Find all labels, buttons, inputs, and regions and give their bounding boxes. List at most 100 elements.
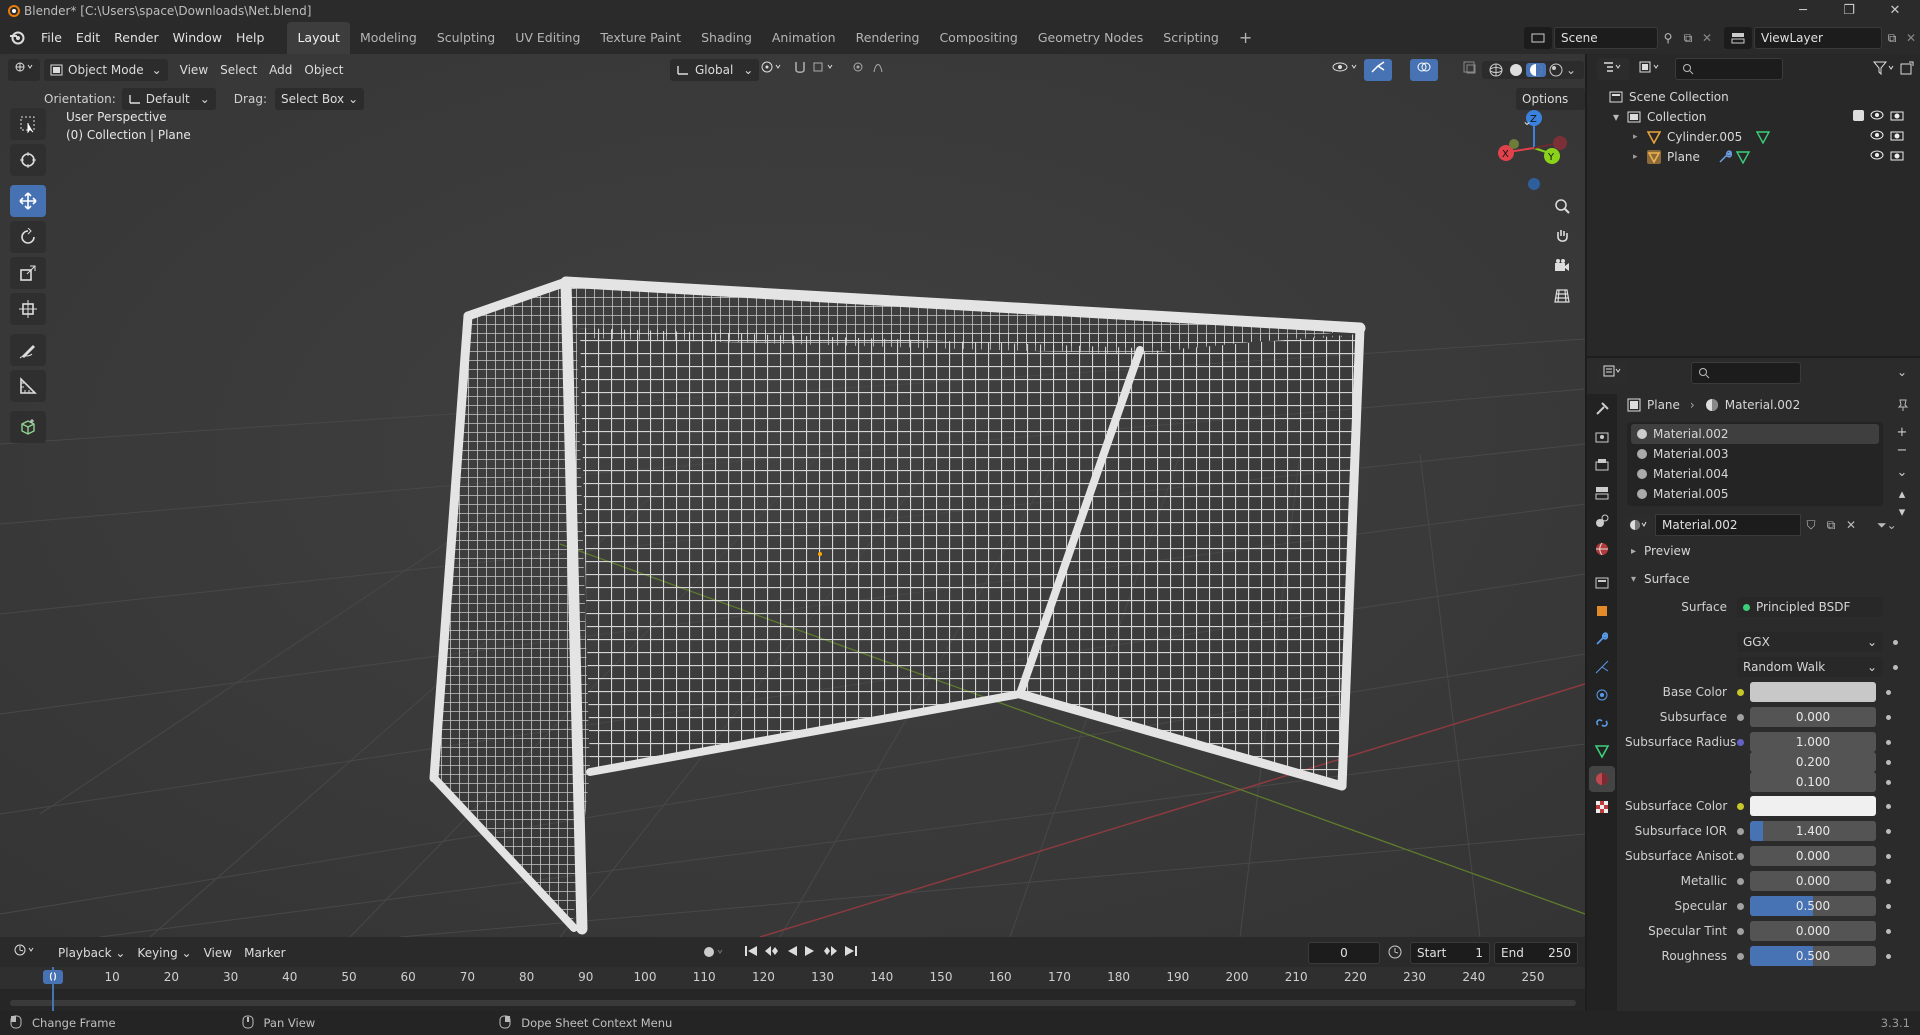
properties-search-input[interactable]	[1691, 362, 1801, 384]
rendered-shading-icon[interactable]	[1546, 63, 1566, 77]
socket-icon[interactable]	[1737, 688, 1744, 696]
material-slot[interactable]: Material.005	[1631, 484, 1879, 504]
menu-playback[interactable]: Playback ⌄	[52, 942, 131, 964]
new-scene-icon[interactable]: ⧉	[1678, 31, 1698, 46]
socket-icon[interactable]	[1737, 902, 1744, 910]
number-field[interactable]: 0.200	[1750, 752, 1876, 772]
animate-property-icon[interactable]	[1886, 828, 1891, 834]
end-frame-field[interactable]: End 250	[1494, 942, 1578, 964]
animate-property-icon[interactable]	[1886, 779, 1891, 785]
auto-keying-icon[interactable]	[702, 945, 728, 962]
display-mode-icon[interactable]	[1633, 58, 1667, 80]
visibility-eye-icon[interactable]	[1870, 107, 1884, 127]
animate-property-icon[interactable]	[1886, 803, 1891, 809]
subsurface-method-dropdown[interactable]: Random Walk ⌄	[1737, 657, 1883, 677]
start-frame-field[interactable]: Start 1	[1410, 942, 1490, 964]
options-dropdown[interactable]: Options ⌄	[1516, 88, 1585, 128]
close-window-button[interactable]: ✕	[1872, 0, 1918, 22]
socket-icon[interactable]	[1737, 877, 1744, 885]
rotate-tool-icon[interactable]	[10, 221, 46, 253]
transform-tool-icon[interactable]	[10, 293, 46, 325]
snap-icon[interactable]	[788, 59, 844, 81]
render-tab-icon[interactable]	[1589, 424, 1615, 450]
select-box-tool-icon[interactable]	[10, 108, 46, 140]
surface-shader-selector[interactable]: Principled BSDF	[1737, 597, 1883, 617]
menu-view[interactable]: View	[174, 59, 214, 81]
socket-icon[interactable]	[1737, 802, 1744, 810]
socket-icon[interactable]	[1737, 713, 1744, 721]
tab-texture-paint[interactable]: Texture Paint	[590, 22, 691, 54]
timeline-track-area[interactable]	[0, 989, 1585, 1011]
menu-keying[interactable]: Keying ⌄	[131, 942, 197, 964]
new-collection-icon[interactable]	[1900, 61, 1914, 78]
color-swatch[interactable]	[1750, 682, 1876, 702]
animate-property-icon[interactable]	[1893, 639, 1898, 645]
outliner-item-plane[interactable]: ▸ Plane	[1633, 147, 1913, 167]
blender-menu-icon[interactable]	[0, 30, 34, 46]
mode-selector[interactable]: Object Mode ⌄	[44, 59, 168, 81]
browse-material-icon[interactable]	[1625, 514, 1653, 536]
render-camera-icon[interactable]	[1890, 147, 1904, 167]
menu-timeline-view[interactable]: View	[198, 942, 238, 964]
number-field[interactable]: 0.000	[1750, 871, 1876, 891]
socket-icon[interactable]	[1737, 927, 1744, 935]
visibility-eye-icon[interactable]	[1870, 127, 1884, 147]
tab-uv-editing[interactable]: UV Editing	[505, 22, 590, 54]
world-tab-icon[interactable]	[1589, 536, 1615, 562]
next-keyframe-icon[interactable]	[822, 944, 838, 961]
outliner-item-cylinder[interactable]: ▸ Cylinder.005	[1633, 127, 1913, 147]
editor-type-icon[interactable]	[8, 59, 40, 81]
socket-icon[interactable]	[1737, 852, 1744, 860]
menu-add[interactable]: Add	[263, 59, 298, 81]
material-slot[interactable]: Material.004	[1631, 464, 1879, 484]
render-camera-icon[interactable]	[1890, 107, 1904, 127]
scene-selector-icon[interactable]	[1524, 27, 1552, 49]
tab-rendering[interactable]: Rendering	[846, 22, 930, 54]
visibility-eye-icon[interactable]	[1870, 147, 1884, 167]
maximize-button[interactable]: ❐	[1826, 0, 1872, 22]
modifier-tab-icon[interactable]	[1589, 626, 1615, 652]
pin-icon[interactable]	[1897, 398, 1909, 415]
use-preview-range-icon[interactable]	[1388, 945, 1404, 962]
frame-ruler[interactable]: 0102030405060708090100110120130140150160…	[0, 967, 1585, 989]
camera-view-icon[interactable]	[1548, 252, 1576, 280]
number-field[interactable]: 1.000	[1750, 732, 1876, 752]
animate-property-icon[interactable]	[1886, 759, 1891, 765]
exclude-checkbox[interactable]	[1853, 110, 1864, 121]
material-tab-icon[interactable]	[1589, 766, 1615, 792]
collection-tab-icon[interactable]	[1589, 570, 1615, 596]
animate-property-icon[interactable]	[1886, 739, 1891, 745]
prev-keyframe-icon[interactable]	[764, 944, 780, 961]
gizmo-toggle-icon[interactable]	[1364, 59, 1392, 81]
animate-property-icon[interactable]	[1886, 853, 1891, 859]
preview-panel-header[interactable]: ▸ Preview	[1625, 540, 1913, 562]
socket-icon[interactable]	[1737, 827, 1744, 835]
animate-property-icon[interactable]	[1886, 903, 1891, 909]
outliner-collection-row[interactable]: ▾ Collection	[1613, 107, 1913, 127]
color-swatch[interactable]	[1750, 796, 1876, 816]
new-view-layer-icon[interactable]: ⧉	[1882, 31, 1902, 46]
proportional-edit-icon[interactable]	[846, 59, 904, 81]
remove-scene-icon[interactable]: ✕	[1698, 31, 1716, 45]
properties-editor-type-icon[interactable]	[1597, 362, 1629, 384]
timeline-scrollbar[interactable]	[10, 1000, 1576, 1006]
slot-specials-icon[interactable]: ⌄	[1893, 464, 1911, 482]
cursor-tool-icon[interactable]	[10, 144, 46, 176]
object-tab-icon[interactable]	[1589, 598, 1615, 624]
physics-tab-icon[interactable]	[1589, 682, 1615, 708]
animate-property-icon[interactable]	[1886, 928, 1891, 934]
number-field[interactable]: 0.100	[1750, 772, 1876, 792]
data-tab-icon[interactable]	[1589, 738, 1615, 764]
menu-window[interactable]: Window	[166, 22, 229, 54]
add-cube-tool-icon[interactable]	[10, 411, 46, 443]
surface-panel-header[interactable]: ▾ Surface	[1625, 568, 1913, 590]
material-filter-icon[interactable]: ⏷⌄	[1877, 518, 1897, 533]
menu-help[interactable]: Help	[229, 22, 272, 54]
animate-property-icon[interactable]	[1886, 953, 1891, 959]
pin-icon[interactable]: ⚲	[1658, 31, 1678, 45]
tab-layout[interactable]: Layout	[287, 22, 350, 54]
xray-toggle-icon[interactable]	[1456, 59, 1484, 81]
jump-end-icon[interactable]	[844, 944, 858, 961]
socket-icon[interactable]	[1737, 952, 1744, 960]
material-slot[interactable]: Material.003	[1631, 444, 1879, 464]
